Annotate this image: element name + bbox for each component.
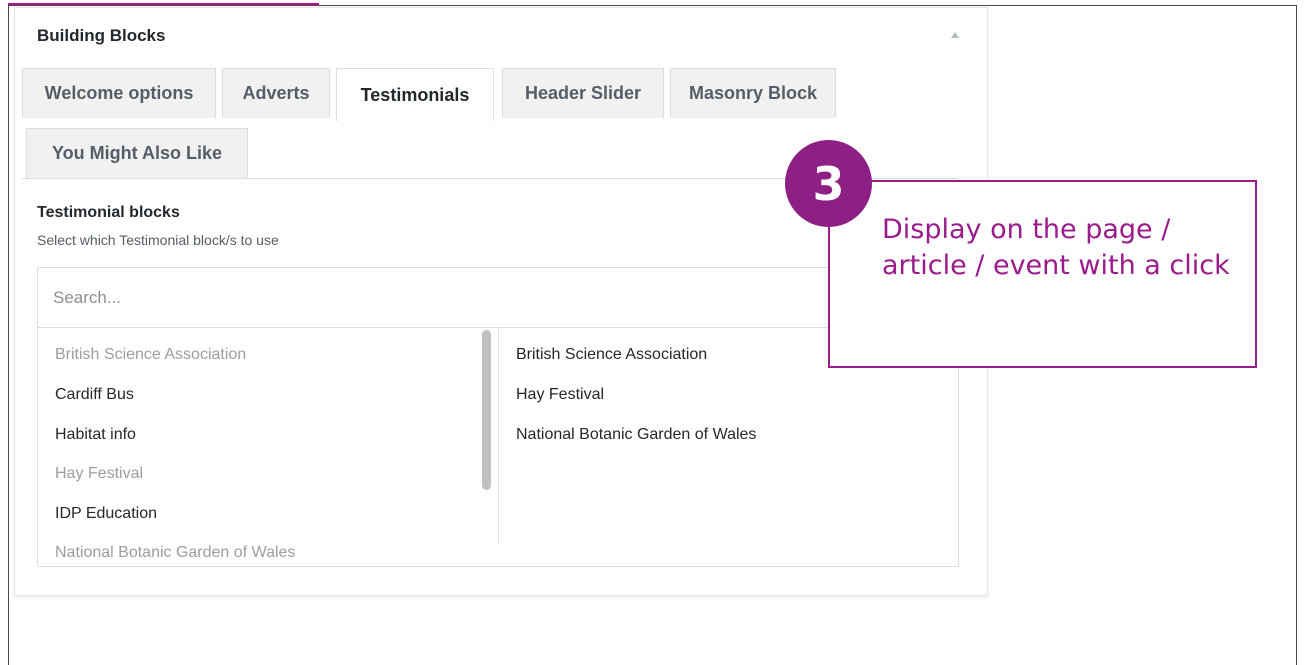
tab-welcome-options[interactable]: Welcome options (22, 68, 216, 118)
list-item[interactable]: Cardiff Bus (55, 386, 134, 404)
selected-list-item[interactable]: Hay Festival (516, 386, 604, 404)
section-title: Testimonial blocks (37, 204, 180, 221)
tab-testimonials[interactable]: Testimonials (336, 68, 494, 121)
panel-title: Building Blocks (37, 26, 166, 45)
testimonial-selector: British Science Association Cardiff Bus … (37, 267, 959, 567)
collapse-arrow-icon[interactable] (951, 32, 959, 38)
callout-box: Display on the page / article / event wi… (828, 180, 1257, 368)
tab-you-might-also-like[interactable]: You Might Also Like (26, 128, 248, 178)
list-item[interactable]: National Botanic Garden of Wales (55, 544, 295, 562)
tab-label: You Might Also Like (52, 143, 222, 163)
selected-list-item[interactable]: British Science Association (516, 346, 707, 364)
available-list: British Science Association Cardiff Bus … (38, 328, 498, 566)
tab-adverts[interactable]: Adverts (222, 68, 330, 118)
tab-label: Masonry Block (688, 83, 818, 103)
tab-label: Header Slider (524, 83, 642, 103)
tab-label: Testimonials (360, 84, 470, 105)
list-item[interactable]: IDP Education (55, 505, 157, 523)
selected-list-item[interactable]: National Botanic Garden of Wales (516, 426, 756, 444)
list-item[interactable]: Habitat info (55, 426, 136, 444)
tab-header-slider[interactable]: Header Slider (502, 68, 664, 118)
step-number-badge: 3 (785, 140, 872, 227)
callout-text: Display on the page / article / event wi… (882, 214, 1230, 281)
tab-label: Welcome options (44, 83, 194, 103)
section-description: Select which Testimonial block/s to use (37, 232, 279, 248)
list-scrollbar[interactable] (482, 330, 491, 490)
list-item[interactable]: British Science Association (55, 346, 246, 364)
list-item[interactable]: Hay Festival (55, 465, 143, 483)
tab-label: Adverts (242, 83, 310, 103)
search-input[interactable] (38, 268, 958, 328)
tab-masonry-block[interactable]: Masonry Block (670, 68, 836, 118)
